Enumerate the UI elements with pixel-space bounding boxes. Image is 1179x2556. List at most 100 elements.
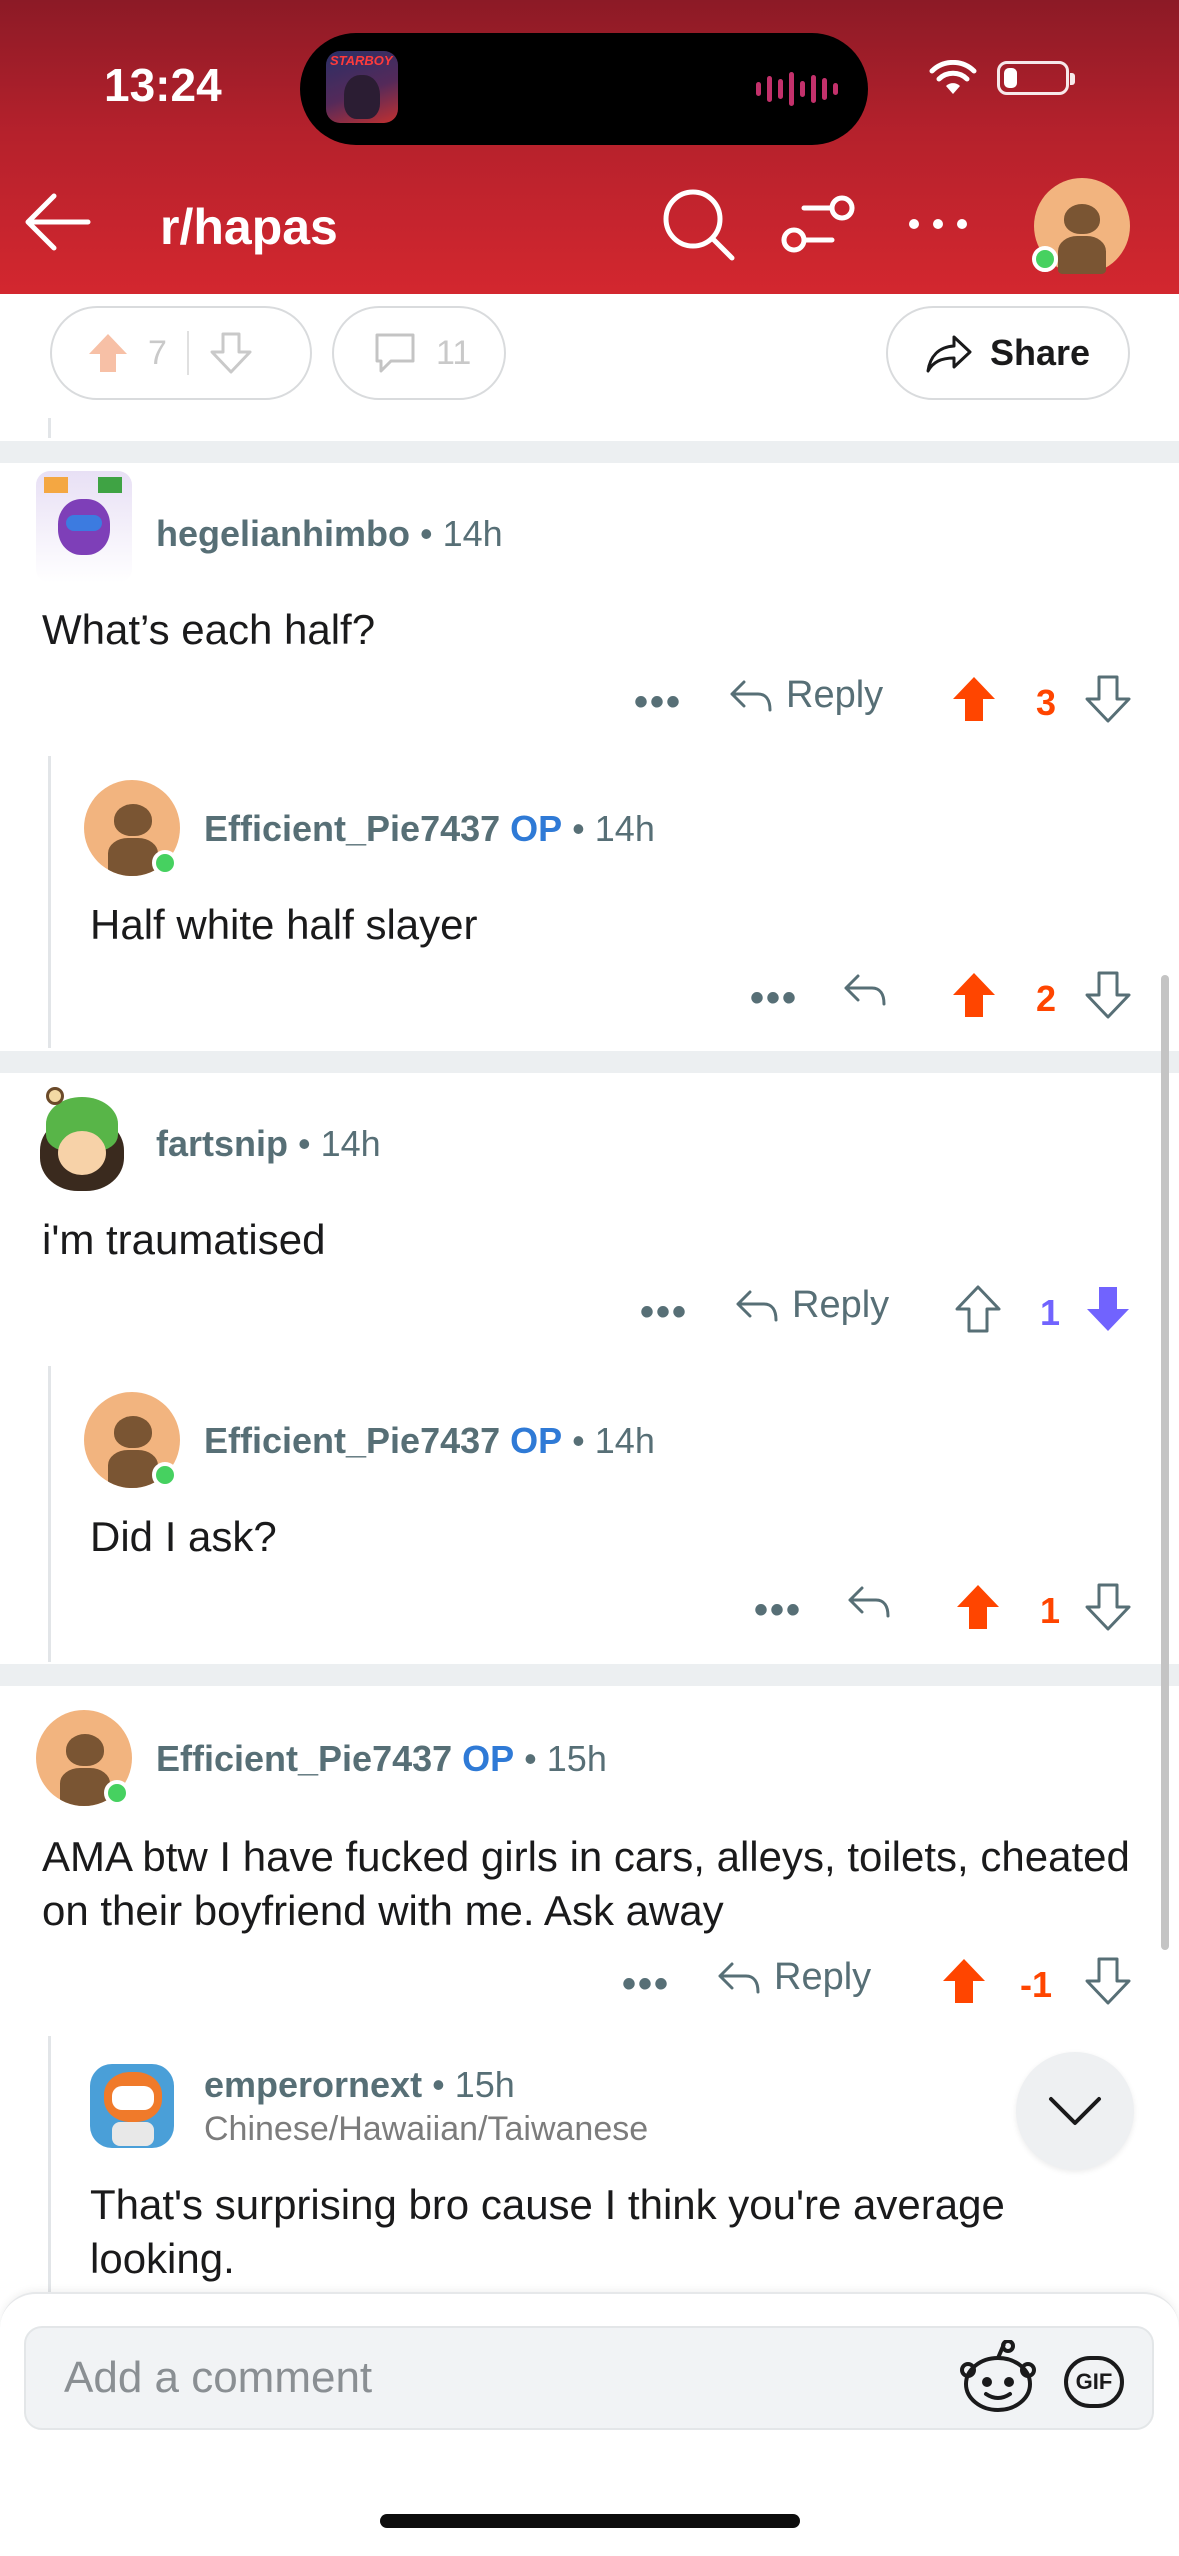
more-actions-button[interactable]: ••• bbox=[622, 1962, 670, 2007]
downvote-icon[interactable] bbox=[1084, 1956, 1132, 2006]
avatar-head bbox=[66, 1734, 104, 1766]
comment-body: i'm traumatised bbox=[42, 1216, 326, 1263]
more-actions-button[interactable]: ••• bbox=[640, 1290, 688, 1335]
reply-arrow-icon[interactable] bbox=[842, 970, 888, 1010]
op-badge: OP bbox=[510, 1420, 563, 1461]
comment-meta: Efficient_Pie7437 OP • 14h bbox=[204, 1420, 655, 1462]
avatar-head bbox=[114, 804, 152, 836]
comment-actions: ••• Reply -1 bbox=[0, 1956, 1179, 2016]
thread-line bbox=[48, 2036, 51, 2296]
avatar-head bbox=[114, 1416, 152, 1448]
username[interactable]: Efficient_Pie7437 bbox=[156, 1738, 452, 1779]
gif-button[interactable]: GIF bbox=[1064, 2356, 1124, 2408]
username[interactable]: fartsnip bbox=[156, 1123, 288, 1164]
comment-body: That's surprising bro cause I think you'… bbox=[90, 2181, 1005, 2282]
upvote-icon[interactable] bbox=[950, 674, 998, 724]
downvote-icon[interactable] bbox=[209, 331, 253, 375]
meta-separator: • bbox=[524, 1738, 537, 1779]
reply-label: Reply bbox=[774, 1956, 872, 1998]
more-actions-button[interactable]: ••• bbox=[750, 976, 798, 1021]
dynamic-island[interactable]: STARBOY bbox=[300, 33, 868, 145]
back-arrow-icon[interactable] bbox=[22, 186, 94, 258]
reply-label: Reply bbox=[792, 1284, 890, 1326]
reply-arrow-icon[interactable] bbox=[846, 1582, 892, 1622]
snoo-emoji-icon[interactable] bbox=[958, 2340, 1038, 2416]
comment-actions: ••• 2 bbox=[0, 970, 1179, 1030]
app-header: 13:24 STARBOY r/hapas bbox=[0, 0, 1179, 294]
avatar-body bbox=[60, 1768, 110, 1806]
meta-separator: • bbox=[572, 808, 585, 849]
comment-time: 15h bbox=[546, 1738, 607, 1779]
search-icon[interactable] bbox=[660, 186, 736, 262]
comment-separator bbox=[0, 441, 1179, 463]
share-label: Share bbox=[990, 332, 1091, 373]
downvote-icon[interactable] bbox=[1084, 1284, 1132, 1334]
comment-meta: Efficient_Pie7437 OP • 14h bbox=[204, 808, 655, 850]
meta-separator: • bbox=[298, 1123, 311, 1164]
more-options-icon[interactable] bbox=[900, 186, 976, 262]
comment-body: What’s each half? bbox=[42, 606, 376, 653]
comment-count: 11 bbox=[436, 333, 472, 372]
comment-score: 2 bbox=[1036, 978, 1057, 1019]
share-arrow-icon bbox=[926, 335, 972, 373]
username[interactable]: Efficient_Pie7437 bbox=[204, 808, 500, 849]
avatar-body bbox=[1058, 236, 1106, 274]
reply-button[interactable]: Reply bbox=[716, 1956, 871, 1999]
upvote-icon[interactable] bbox=[86, 331, 130, 375]
reply-button[interactable]: Reply bbox=[728, 674, 883, 717]
reply-arrow-icon bbox=[736, 1290, 778, 1321]
status-icons bbox=[929, 60, 1075, 96]
wifi-icon bbox=[929, 60, 977, 94]
comment-score: 1 bbox=[1040, 1292, 1061, 1333]
user-avatar[interactable] bbox=[36, 471, 132, 583]
online-status-dot bbox=[104, 1780, 130, 1806]
downvote-icon[interactable] bbox=[1084, 1582, 1132, 1632]
meta-separator: • bbox=[432, 2064, 445, 2105]
user-avatar[interactable] bbox=[84, 2046, 180, 2154]
avatar-head bbox=[1064, 204, 1100, 234]
reply-label: Reply bbox=[786, 674, 884, 716]
upvote-icon[interactable] bbox=[950, 970, 998, 1020]
more-actions-button[interactable]: ••• bbox=[634, 680, 682, 725]
comment-time: 15h bbox=[454, 2064, 515, 2105]
reply-button[interactable]: Reply bbox=[734, 1284, 889, 1327]
comment-time: 14h bbox=[320, 1123, 381, 1164]
user-avatar[interactable] bbox=[30, 1083, 134, 1195]
meta-separator: • bbox=[572, 1420, 585, 1461]
post-vote-bar: 7 bbox=[50, 306, 312, 400]
avatar-face bbox=[58, 1131, 106, 1175]
sort-filter-icon[interactable] bbox=[780, 186, 856, 262]
comment-score: 3 bbox=[1036, 682, 1057, 723]
username[interactable]: Efficient_Pie7437 bbox=[204, 1420, 500, 1461]
home-indicator[interactable] bbox=[380, 2514, 800, 2528]
avatar-body bbox=[112, 2122, 154, 2146]
scrollbar[interactable] bbox=[1161, 975, 1169, 1950]
more-actions-button[interactable]: ••• bbox=[754, 1588, 802, 1633]
downvote-icon[interactable] bbox=[1084, 970, 1132, 1020]
username[interactable]: emperornext bbox=[204, 2064, 422, 2105]
share-button[interactable]: Share bbox=[886, 306, 1130, 400]
online-status-dot bbox=[152, 1462, 178, 1488]
avatar-body bbox=[108, 838, 158, 876]
downvote-icon[interactable] bbox=[1084, 674, 1132, 724]
subreddit-title[interactable]: r/hapas bbox=[160, 198, 338, 256]
upvote-icon[interactable] bbox=[940, 1956, 988, 2006]
user-avatar[interactable] bbox=[1032, 178, 1130, 274]
comment-time: 14h bbox=[594, 1420, 655, 1461]
op-badge: OP bbox=[462, 1738, 515, 1779]
comment-score: 1 bbox=[1040, 1590, 1061, 1631]
thread-line bbox=[48, 418, 51, 438]
upvote-icon[interactable] bbox=[954, 1582, 1002, 1632]
comment-meta: fartsnip • 14h bbox=[156, 1123, 381, 1165]
artwork-label: STARBOY bbox=[330, 53, 393, 68]
username[interactable]: hegelianhimbo bbox=[156, 513, 410, 554]
jump-next-comment-button[interactable] bbox=[1016, 2052, 1134, 2170]
now-playing-artwork: STARBOY bbox=[326, 51, 398, 123]
upvote-icon[interactable] bbox=[954, 1284, 1002, 1334]
online-status-dot bbox=[1032, 246, 1058, 272]
comment-time: 14h bbox=[594, 808, 655, 849]
vote-divider bbox=[186, 331, 189, 375]
op-badge: OP bbox=[510, 808, 563, 849]
comment-score: -1 bbox=[1020, 1964, 1053, 2005]
comments-button[interactable]: 11 bbox=[332, 306, 506, 400]
